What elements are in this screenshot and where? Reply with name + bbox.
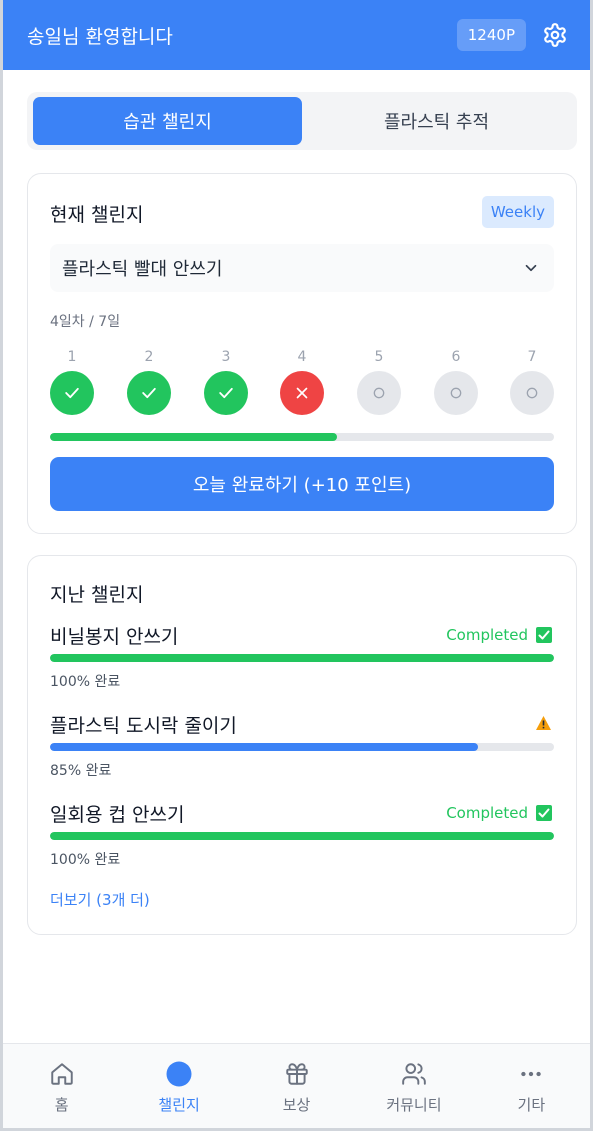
past-progress-fill xyxy=(50,743,479,751)
day-count: 4일차 / 7일 xyxy=(50,314,121,330)
past-progress-label: 100% 완료 xyxy=(50,674,121,690)
day-number: 6 xyxy=(451,349,461,365)
day-done-check-icon[interactable] xyxy=(204,371,248,415)
past-challenge-name: 비닐봉지 안쓰기 xyxy=(50,626,179,648)
points-badge: 1240P xyxy=(456,19,526,51)
complete-today-button[interactable]: 오늘 완료하기 (+10 포인트) xyxy=(50,457,554,511)
day-item: 2 xyxy=(127,347,171,415)
past-challenge-item[interactable]: 비닐봉지 안쓰기 Completed 100% 완료 xyxy=(50,622,554,692)
status-label: Completed xyxy=(446,626,528,644)
bottom-nav: 홈 챌린지 보상 커뮤니티 기타 xyxy=(3,1043,590,1128)
tab-habit-challenge[interactable]: 습관 챌린지 xyxy=(33,97,302,145)
tab-bar: 습관 챌린지 플라스틱 추적 xyxy=(27,92,577,150)
past-challenge-name: 일회용 컵 안쓰기 xyxy=(50,804,185,826)
header-actions: 1240P xyxy=(456,19,568,51)
check-box-icon xyxy=(536,805,552,821)
day-item: 1 xyxy=(50,347,94,415)
day-number: 5 xyxy=(374,349,384,365)
day-pending-circle-icon[interactable] xyxy=(357,371,401,415)
nav-label: 커뮤니티 xyxy=(386,1096,442,1114)
past-progress-fill xyxy=(50,832,554,840)
weekly-badge: Weekly xyxy=(481,196,554,228)
app-header: 송일님 환영합니다 1240P xyxy=(3,0,590,70)
weekly-progress-fill xyxy=(50,433,338,441)
day-fail-x-icon[interactable] xyxy=(280,371,324,415)
past-challenges-card: 지난 챌린지 비닐봉지 안쓰기 Completed 100% 완료 플라스틱 도… xyxy=(27,555,577,935)
nav-community[interactable]: 커뮤니티 xyxy=(355,1044,472,1128)
check-box-icon xyxy=(536,627,552,643)
past-challenge-name: 플라스틱 도시락 줄이기 xyxy=(50,715,237,737)
past-progress-label: 85% 완료 xyxy=(50,763,112,779)
past-challenges-title: 지난 챌린지 xyxy=(50,584,144,606)
gift-icon xyxy=(284,1061,310,1087)
past-progress-bar xyxy=(50,743,554,751)
more-icon xyxy=(518,1061,544,1087)
nav-label: 챌린지 xyxy=(158,1096,200,1114)
day-item: 4 xyxy=(280,347,324,415)
day-item: 6 xyxy=(434,347,478,415)
day-item: 7 xyxy=(510,347,554,415)
past-challenge-status: Completed xyxy=(446,626,552,644)
past-challenge-status: Completed xyxy=(446,804,552,822)
weekly-progress-bar xyxy=(50,433,554,441)
nav-rewards[interactable]: 보상 xyxy=(238,1044,355,1128)
past-progress-fill xyxy=(50,654,554,662)
day-number: 4 xyxy=(297,349,307,365)
day-done-check-icon[interactable] xyxy=(127,371,171,415)
chevron-down-icon xyxy=(522,259,540,277)
gear-icon[interactable] xyxy=(542,22,568,48)
day-pending-circle-icon[interactable] xyxy=(434,371,478,415)
nav-label: 보상 xyxy=(282,1096,311,1114)
day-item: 3 xyxy=(204,347,248,415)
day-done-check-icon[interactable] xyxy=(50,371,94,415)
day-item: 5 xyxy=(357,347,401,415)
past-challenge-status xyxy=(527,715,552,731)
past-challenge-item[interactable]: 플라스틱 도시락 줄이기 85% 완료 xyxy=(50,711,554,781)
day-pending-circle-icon[interactable] xyxy=(510,371,554,415)
current-challenge-card: 현재 챌린지 Weekly 플라스틱 빨대 안쓰기 4일차 / 7일 1 2 3… xyxy=(27,173,577,534)
challenge-select[interactable]: 플라스틱 빨대 안쓰기 xyxy=(50,244,554,292)
nav-label: 기타 xyxy=(517,1096,546,1114)
tab-plastic-tracking[interactable]: 플라스틱 추적 xyxy=(302,97,571,145)
past-progress-bar xyxy=(50,832,554,840)
show-more-link[interactable]: 더보기 (3개 더) xyxy=(50,889,150,910)
day-tracker: 1 2 3 4 5 6 7 xyxy=(50,347,554,419)
day-number: 7 xyxy=(527,349,537,365)
users-icon xyxy=(401,1061,427,1087)
welcome-title: 송일님 환영합니다 xyxy=(27,25,173,48)
past-progress-bar xyxy=(50,654,554,662)
nav-label: 홈 xyxy=(54,1096,69,1114)
app-frame: 송일님 환영합니다 1240P 습관 챌린지 플라스틱 추적 현재 챌린지 We… xyxy=(0,0,593,1131)
status-label: Completed xyxy=(446,804,528,822)
nav-challenge[interactable]: 챌린지 xyxy=(120,1044,237,1128)
nav-more[interactable]: 기타 xyxy=(473,1044,590,1128)
challenge-select-value: 플라스틱 빨대 안쓰기 xyxy=(62,259,223,280)
warning-icon xyxy=(535,715,552,731)
nav-home[interactable]: 홈 xyxy=(3,1044,120,1128)
past-progress-label: 100% 완료 xyxy=(50,852,121,868)
circle-icon xyxy=(166,1061,192,1087)
home-icon xyxy=(49,1061,75,1087)
day-number: 3 xyxy=(221,349,231,365)
past-challenge-item[interactable]: 일회용 컵 안쓰기 Completed 100% 완료 xyxy=(50,800,554,870)
day-number: 1 xyxy=(67,349,77,365)
day-number: 2 xyxy=(144,349,154,365)
current-challenge-title: 현재 챌린지 xyxy=(50,204,144,226)
